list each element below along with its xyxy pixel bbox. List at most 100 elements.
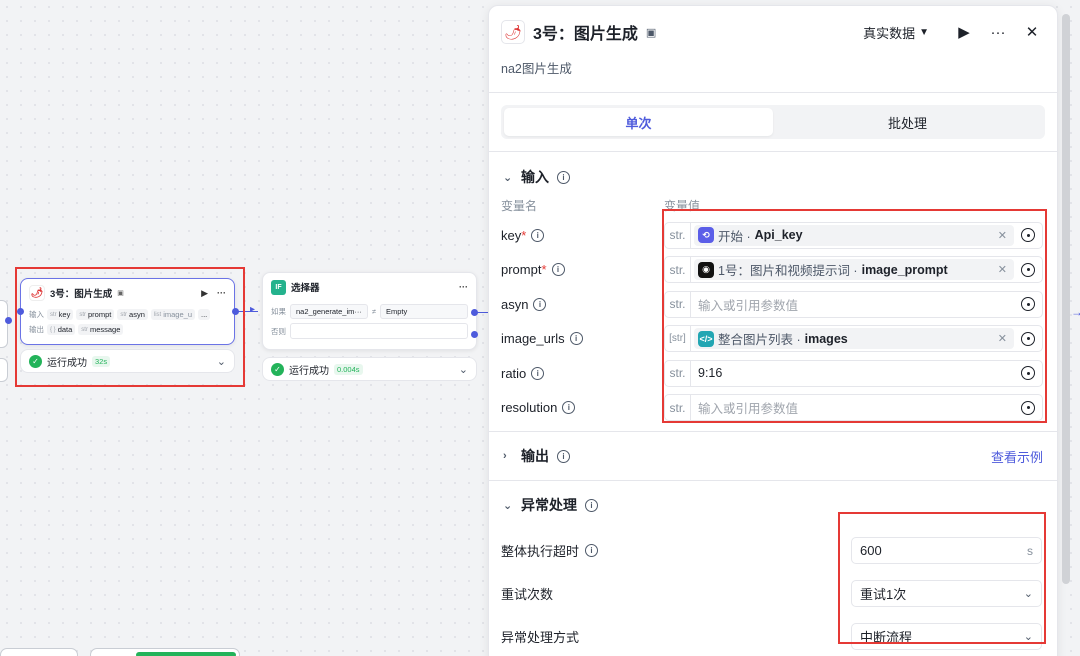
target-icon[interactable] [1018, 363, 1038, 383]
panel-scrollbar[interactable] [1060, 8, 1072, 656]
info-icon[interactable]: i [533, 297, 547, 311]
condition-field[interactable]: na2_generate_im··· [290, 303, 368, 319]
run-icon[interactable]: ▶ [951, 23, 977, 41]
clear-icon[interactable]: ✕ [998, 263, 1007, 276]
var-value-field[interactable]: str. ⟲ 开始 · Api_key ✕ [664, 221, 1043, 249]
var-name: ratio i [501, 366, 664, 381]
status-text: 运行成功 [289, 365, 329, 377]
section-title: 输入 [521, 169, 549, 185]
panel-title: 3号：图片生成 [533, 26, 638, 43]
robot-icon: ▣ [117, 290, 124, 297]
retry-value: 重试1次 [860, 587, 907, 602]
info-icon[interactable]: i [531, 228, 545, 242]
reference-chip[interactable]: ◉ 1号：图片和视频提示词 · image_prompt ✕ [694, 259, 1014, 281]
more-icon[interactable]: ··· [985, 24, 1011, 41]
target-icon[interactable] [1018, 225, 1038, 245]
timeout-row: 整体执行超时 i 600 s [489, 529, 1057, 572]
value-text[interactable]: 9:16 [691, 366, 1014, 380]
var-name: image_urls i [501, 331, 664, 346]
node-input-port[interactable] [17, 308, 24, 315]
bottom-node-fragment[interactable] [0, 648, 78, 656]
condition-if: 如果 na2_generate_im··· ≠ Empty [263, 301, 476, 321]
scrollbar-thumb[interactable] [1062, 14, 1070, 584]
node2-status[interactable]: ✓ 运行成功 0.004s ⌄ [262, 357, 477, 381]
more-icon[interactable]: ··· [217, 288, 226, 298]
close-icon[interactable]: ✕ [1019, 23, 1045, 41]
error-mode-select[interactable]: 中断流程 ⌄ [851, 623, 1042, 650]
if-label: 如果 [271, 306, 286, 316]
arrow-right-icon: ▸ [250, 304, 256, 315]
view-example-link[interactable]: 查看示例 [991, 447, 1043, 466]
target-icon[interactable] [1018, 329, 1038, 349]
var-value-field[interactable]: str. 输入或引用参数值 [664, 290, 1043, 318]
timeout-input[interactable]: 600 s [851, 537, 1042, 564]
arrow-right-icon: → [1071, 305, 1080, 319]
info-icon[interactable]: i [585, 544, 599, 557]
clear-icon[interactable]: ✕ [998, 332, 1007, 345]
ref-var: Api_key [754, 228, 803, 243]
var-name: key* i [501, 228, 664, 243]
value-placeholder[interactable]: 输入或引用参数值 [691, 295, 1014, 314]
target-icon[interactable] [1018, 260, 1038, 280]
output-section-header[interactable]: › 输出 i 查看示例 [489, 432, 1057, 480]
input-row-resolution: resolution i str. 输入或引用参数值 [489, 391, 1057, 426]
code-icon: </> [698, 330, 714, 347]
tab-single[interactable]: 单次 [504, 108, 773, 136]
reference-chip[interactable]: ⟲ 开始 · Api_key ✕ [694, 224, 1014, 246]
else-field[interactable] [290, 323, 468, 339]
output-chip: str message [78, 324, 124, 335]
reference-chip[interactable]: </> 整合图片列表 · images ✕ [694, 328, 1014, 350]
target-icon[interactable] [1018, 294, 1038, 314]
chevron-down-icon[interactable]: ⌄ [217, 355, 226, 368]
condition-value[interactable]: Empty [380, 303, 468, 319]
info-icon[interactable]: i [531, 366, 545, 380]
node1-status[interactable]: ✓ 运行成功 32s ⌄ [20, 349, 235, 373]
section-title: 输出 [521, 448, 549, 464]
input-chip: str prompt [76, 309, 115, 320]
input-section-header[interactable]: ⌄ 输入 i [489, 158, 1057, 196]
node-outputs: 输出 { } data str message [21, 322, 234, 337]
data-mode-dropdown[interactable]: 真实数据 ▼ [863, 23, 929, 42]
else-output-port[interactable] [471, 331, 478, 338]
output-label: 输出 [29, 325, 44, 334]
chevron-down-icon[interactable]: ⌄ [503, 499, 513, 512]
time-badge: 32s [92, 355, 111, 367]
type-tag: str. [665, 222, 691, 248]
info-icon[interactable]: i [557, 170, 570, 184]
chevron-down-icon[interactable]: ⌄ [459, 363, 468, 376]
chevron-down-icon: ⌄ [1023, 631, 1033, 643]
target-icon[interactable] [1018, 398, 1038, 418]
info-icon[interactable]: i [562, 401, 576, 415]
var-value-field[interactable]: str. 9:16 [664, 359, 1043, 387]
connection-port[interactable] [5, 317, 12, 324]
tab-batch[interactable]: 批处理 [773, 108, 1042, 136]
success-check-icon: ✓ [271, 362, 284, 376]
node-header: 🌶 3号：图片生成 ▣ ▶ ··· [21, 279, 234, 307]
selector-node[interactable]: IF 选择器 ··· 如果 na2_generate_im··· ≠ Empty… [262, 272, 477, 350]
col-value: 变量值 [664, 198, 701, 213]
chevron-down-icon[interactable]: ⌄ [503, 171, 513, 184]
previous-node-edge[interactable] [0, 300, 8, 348]
start-icon: ⟲ [698, 227, 714, 244]
info-icon[interactable]: i [569, 332, 583, 346]
pepper-icon: 🌶 [29, 285, 45, 301]
workflow-canvas[interactable]: 🌶 3号：图片生成 ▣ ▶ ··· 输入 str key str prompt st… [0, 0, 488, 656]
status-text: 运行成功 [47, 357, 87, 369]
info-icon[interactable]: i [551, 263, 565, 277]
var-value-field[interactable]: [str] </> 整合图片列表 · images ✕ [664, 325, 1043, 353]
run-mode-tabs: 单次 批处理 [501, 105, 1045, 139]
var-value-field[interactable]: str. ◉ 1号：图片和视频提示词 · image_prompt ✕ [664, 256, 1043, 284]
var-value-field[interactable]: str. 输入或引用参数值 [664, 394, 1043, 422]
image-generate-node[interactable]: 🌶 3号：图片生成 ▣ ▶ ··· 输入 str key str prompt st… [20, 278, 235, 345]
retry-select[interactable]: 重试1次 ⌄ [851, 580, 1042, 607]
run-icon[interactable]: ▶ [201, 288, 208, 299]
value-placeholder[interactable]: 输入或引用参数值 [691, 398, 1014, 417]
error-section-header[interactable]: ⌄ 异常处理 i [489, 481, 1057, 529]
chevron-right-icon[interactable]: › [503, 450, 513, 462]
clear-icon[interactable]: ✕ [998, 229, 1007, 242]
more-icon[interactable]: ··· [459, 282, 468, 292]
info-icon[interactable]: i [585, 498, 598, 512]
type-tag: str. [665, 257, 691, 283]
info-icon[interactable]: i [557, 449, 570, 463]
ref-var: images [804, 331, 848, 346]
